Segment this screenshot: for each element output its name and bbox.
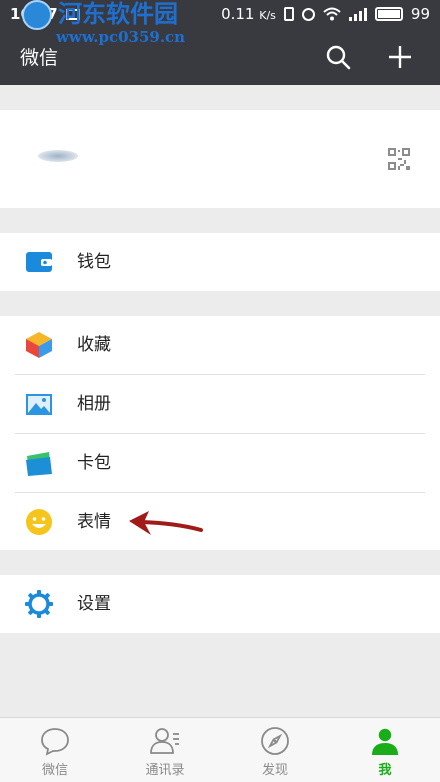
nav-label-discover: 发现 — [261, 763, 288, 778]
stickers-label: 表情 — [77, 512, 111, 532]
watermark: 河东软件园 www.pc0359.cn — [22, 0, 186, 46]
watermark-logo-icon — [22, 0, 52, 30]
search-button[interactable] — [316, 35, 360, 79]
wallet-icon — [26, 252, 52, 272]
me-person-icon — [372, 727, 398, 755]
menu-item-cards[interactable]: 卡包 — [0, 434, 440, 492]
settings-section: 设置 — [0, 575, 440, 633]
nav-label-chats: 微信 — [41, 763, 68, 778]
nav-tab-contacts[interactable]: 通讯录 — [110, 718, 220, 782]
page-title: 微信 — [20, 47, 59, 69]
search-icon — [326, 45, 351, 69]
profile-card[interactable] — [0, 110, 440, 208]
nav-tab-chats[interactable]: 微信 — [0, 718, 110, 782]
signal-icon — [348, 7, 367, 21]
nav-label-contacts: 通讯录 — [145, 763, 185, 778]
qr-code-icon[interactable] — [388, 148, 410, 170]
wallet-label: 钱包 — [77, 252, 111, 272]
compass-icon — [261, 727, 289, 755]
favorites-cube-icon — [26, 332, 52, 358]
annotation-arrow-icon — [129, 511, 203, 535]
features-section: 收藏 相册 卡包 表情 — [0, 316, 440, 550]
nav-tab-discover[interactable]: 发现 — [220, 718, 330, 782]
contacts-person-icon — [150, 728, 179, 754]
plus-icon — [389, 45, 411, 68]
gear-icon — [25, 590, 53, 618]
card-package-icon — [26, 452, 52, 476]
menu-item-album[interactable]: 相册 — [0, 375, 440, 433]
menu-item-settings[interactable]: 设置 — [0, 575, 440, 633]
avatar — [38, 150, 78, 162]
smiley-face-icon — [26, 509, 52, 535]
album-image-icon — [26, 394, 52, 415]
watermark-url: www.pc0359.cn — [56, 28, 186, 46]
nav-label-me: 我 — [378, 763, 392, 778]
alarm-icon — [301, 7, 315, 21]
network-speed: 0.11 K/s — [221, 5, 276, 23]
battery-icon — [374, 7, 403, 21]
menu-item-favorites[interactable]: 收藏 — [0, 316, 440, 374]
chat-bubble-icon — [41, 728, 69, 756]
vibrate-icon — [283, 7, 294, 21]
wallet-section: 钱包 — [0, 233, 440, 291]
favorites-label: 收藏 — [77, 335, 111, 355]
album-label: 相册 — [77, 394, 111, 414]
settings-label: 设置 — [77, 594, 111, 614]
battery-level: 99 — [410, 5, 430, 23]
wifi-icon — [323, 7, 341, 21]
bottom-nav: 微信 通讯录 发现 我 — [0, 717, 440, 782]
add-button[interactable] — [378, 35, 422, 79]
menu-item-wallet[interactable]: 钱包 — [0, 233, 440, 291]
menu-item-stickers[interactable]: 表情 — [0, 493, 440, 551]
nav-tab-me[interactable]: 我 — [330, 718, 440, 782]
cards-label: 卡包 — [77, 453, 111, 473]
